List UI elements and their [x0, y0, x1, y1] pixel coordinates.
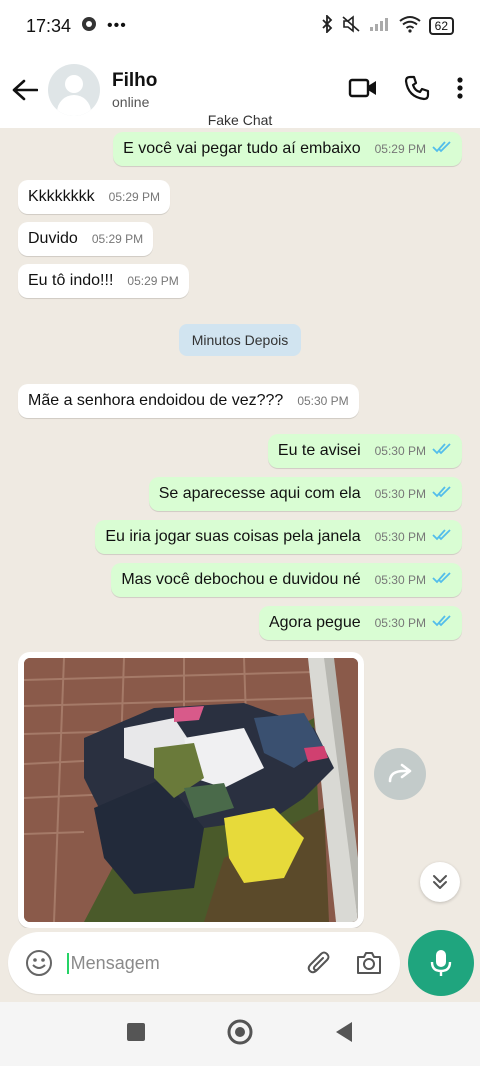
read-receipt-icon — [432, 614, 452, 632]
camera-icon — [356, 952, 381, 974]
chrome-icon — [81, 16, 97, 37]
read-receipt-icon — [432, 485, 452, 503]
more-notifications-icon: ••• — [107, 17, 127, 34]
camera-button[interactable] — [351, 945, 386, 981]
message-text: Se aparecesse aqui com ela — [158, 485, 361, 503]
image-message[interactable] — [18, 652, 364, 928]
forward-icon — [388, 763, 412, 783]
phone-icon — [404, 75, 430, 100]
signal-icon — [369, 16, 391, 37]
message-text: Eu te avisei — [277, 442, 361, 460]
avatar[interactable] — [48, 64, 100, 116]
contact-status: online — [112, 94, 150, 110]
message-time: 05:30 PM — [374, 530, 426, 545]
message-bubble-outgoing[interactable]: Mas você debochou e duvidou né 05:30 PM — [111, 563, 462, 598]
paperclip-icon — [307, 951, 330, 974]
message-bubble-outgoing[interactable]: Eu te avisei 05:30 PM — [267, 434, 462, 469]
home-button[interactable] — [226, 1018, 254, 1051]
message-bubble-incoming[interactable]: Duvido 05:29 PM — [18, 222, 154, 256]
message-text: Kkkkkkkk — [28, 188, 95, 205]
status-time: 17:34 — [26, 15, 72, 36]
read-receipt-icon — [432, 571, 452, 589]
emoji-button[interactable] — [22, 945, 57, 981]
message-bubble-outgoing[interactable]: Agora pegue 05:30 PM — [258, 606, 462, 641]
voice-record-button[interactable] — [408, 930, 474, 996]
bluetooth-icon — [321, 13, 333, 38]
message-time: 05:29 PM — [108, 190, 161, 204]
message-bubble-outgoing[interactable]: E você vai pegar tudo aí embaixo 05:29 PM — [113, 132, 462, 167]
read-receipt-icon — [432, 528, 452, 546]
more-vert-icon — [457, 76, 463, 99]
scroll-to-bottom-button[interactable] — [420, 862, 460, 902]
message-time: 05:30 PM — [297, 394, 349, 408]
double-chevron-down-icon — [433, 875, 447, 889]
message-bubble-incoming[interactable]: Mãe a senhora endoidou de vez??? 05:30 PM — [18, 384, 359, 418]
system-back-button[interactable] — [334, 1021, 354, 1048]
status-bar: 17:34 ••• 62 — [0, 0, 480, 52]
message-text: Eu iria jogar suas coisas pela janela — [105, 528, 361, 546]
video-call-button[interactable] — [348, 77, 378, 104]
video-camera-icon — [348, 78, 376, 97]
battery-indicator: 62 — [428, 17, 454, 35]
message-time: 05:29 PM — [374, 142, 426, 157]
message-time: 05:30 PM — [374, 487, 426, 502]
fake-chat-label: Fake Chat — [207, 112, 273, 128]
message-bubble-outgoing[interactable]: Eu iria jogar suas coisas pela janela 05:… — [95, 520, 462, 555]
attach-button[interactable] — [303, 945, 338, 981]
system-nav-bar — [0, 1002, 480, 1066]
message-input-bar — [8, 932, 400, 994]
chat-area[interactable]: E você vai pegar tudo aí embaixo 05:29 PM… — [0, 128, 480, 928]
contact-info[interactable]: Filho online — [112, 70, 157, 110]
menu-button[interactable] — [456, 76, 464, 105]
message-text: Agora pegue — [268, 614, 361, 632]
message-time: 05:30 PM — [374, 444, 426, 459]
voice-call-button[interactable] — [404, 75, 430, 106]
forward-button[interactable] — [374, 748, 426, 800]
message-bubble-outgoing[interactable]: Se aparecesse aqui com ela 05:30 PM — [148, 477, 462, 512]
back-button[interactable] — [2, 67, 48, 113]
mute-icon — [341, 14, 361, 38]
home-circle-icon — [227, 1019, 253, 1044]
contact-name: Filho — [112, 70, 158, 91]
message-time: 05:30 PM — [374, 616, 426, 631]
message-text: E você vai pegar tudo aí embaixo — [123, 140, 361, 158]
recents-button[interactable] — [126, 1022, 146, 1047]
date-separator: Minutos Depois — [179, 324, 301, 356]
message-text: Eu tô indo!!! — [28, 272, 114, 289]
message-text: Mãe a senhora endoidou de vez??? — [28, 392, 284, 409]
message-time: 05:29 PM — [91, 232, 144, 246]
message-input[interactable] — [66, 952, 303, 974]
read-receipt-icon — [432, 140, 452, 158]
photo-clothes-on-sidewalk[interactable] — [24, 658, 358, 922]
back-arrow-icon — [12, 79, 38, 101]
microphone-icon — [430, 950, 452, 976]
message-text: Duvido — [28, 230, 78, 247]
message-bubble-incoming[interactable]: Kkkkkkkk 05:29 PM — [18, 180, 171, 214]
triangle-back-icon — [336, 1021, 352, 1042]
wifi-icon — [399, 15, 421, 38]
message-bubble-incoming[interactable]: Eu tô indo!!! 05:29 PM — [18, 264, 189, 298]
message-time: 05:30 PM — [374, 573, 426, 588]
square-icon — [127, 1022, 145, 1041]
message-time: 05:29 PM — [127, 274, 179, 288]
read-receipt-icon — [432, 442, 452, 460]
message-text: Mas você debochou e duvidou né — [121, 571, 361, 589]
emoji-icon — [26, 950, 53, 976]
